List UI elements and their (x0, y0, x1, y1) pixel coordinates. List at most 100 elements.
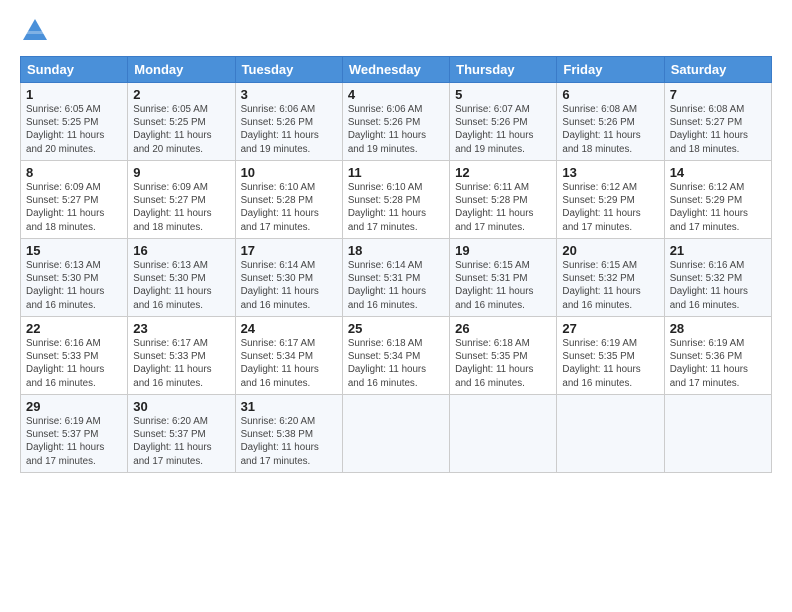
day-info: Sunrise: 6:14 AM Sunset: 5:31 PM Dayligh… (348, 259, 444, 312)
weekday-header: Tuesday (235, 57, 342, 83)
calendar-day-cell (450, 395, 557, 473)
day-info: Sunrise: 6:14 AM Sunset: 5:30 PM Dayligh… (241, 259, 337, 312)
day-number: 14 (670, 165, 766, 180)
day-info: Sunrise: 6:10 AM Sunset: 5:28 PM Dayligh… (348, 181, 444, 234)
day-info: Sunrise: 6:10 AM Sunset: 5:28 PM Dayligh… (241, 181, 337, 234)
calendar-week-row: 8Sunrise: 6:09 AM Sunset: 5:27 PM Daylig… (21, 161, 772, 239)
day-info: Sunrise: 6:19 AM Sunset: 5:36 PM Dayligh… (670, 337, 766, 390)
day-number: 29 (26, 399, 122, 414)
calendar-day-cell: 31Sunrise: 6:20 AM Sunset: 5:38 PM Dayli… (235, 395, 342, 473)
calendar-week-row: 1Sunrise: 6:05 AM Sunset: 5:25 PM Daylig… (21, 83, 772, 161)
calendar-day-cell: 5Sunrise: 6:07 AM Sunset: 5:26 PM Daylig… (450, 83, 557, 161)
day-number: 2 (133, 87, 229, 102)
day-number: 15 (26, 243, 122, 258)
day-number: 16 (133, 243, 229, 258)
day-info: Sunrise: 6:15 AM Sunset: 5:32 PM Dayligh… (562, 259, 658, 312)
calendar-week-row: 22Sunrise: 6:16 AM Sunset: 5:33 PM Dayli… (21, 317, 772, 395)
calendar-day-cell: 18Sunrise: 6:14 AM Sunset: 5:31 PM Dayli… (342, 239, 449, 317)
calendar: SundayMondayTuesdayWednesdayThursdayFrid… (20, 56, 772, 473)
calendar-header-row: SundayMondayTuesdayWednesdayThursdayFrid… (21, 57, 772, 83)
day-number: 17 (241, 243, 337, 258)
calendar-day-cell: 30Sunrise: 6:20 AM Sunset: 5:37 PM Dayli… (128, 395, 235, 473)
calendar-day-cell: 12Sunrise: 6:11 AM Sunset: 5:28 PM Dayli… (450, 161, 557, 239)
day-info: Sunrise: 6:19 AM Sunset: 5:37 PM Dayligh… (26, 415, 122, 468)
day-number: 31 (241, 399, 337, 414)
day-number: 28 (670, 321, 766, 336)
calendar-day-cell (557, 395, 664, 473)
day-number: 9 (133, 165, 229, 180)
day-info: Sunrise: 6:05 AM Sunset: 5:25 PM Dayligh… (133, 103, 229, 156)
calendar-week-row: 29Sunrise: 6:19 AM Sunset: 5:37 PM Dayli… (21, 395, 772, 473)
day-info: Sunrise: 6:17 AM Sunset: 5:33 PM Dayligh… (133, 337, 229, 390)
day-number: 10 (241, 165, 337, 180)
day-number: 20 (562, 243, 658, 258)
day-info: Sunrise: 6:20 AM Sunset: 5:37 PM Dayligh… (133, 415, 229, 468)
day-info: Sunrise: 6:08 AM Sunset: 5:26 PM Dayligh… (562, 103, 658, 156)
day-info: Sunrise: 6:06 AM Sunset: 5:26 PM Dayligh… (348, 103, 444, 156)
day-number: 12 (455, 165, 551, 180)
day-info: Sunrise: 6:12 AM Sunset: 5:29 PM Dayligh… (562, 181, 658, 234)
day-info: Sunrise: 6:09 AM Sunset: 5:27 PM Dayligh… (133, 181, 229, 234)
day-info: Sunrise: 6:17 AM Sunset: 5:34 PM Dayligh… (241, 337, 337, 390)
page: SundayMondayTuesdayWednesdayThursdayFrid… (0, 0, 792, 612)
calendar-day-cell: 25Sunrise: 6:18 AM Sunset: 5:34 PM Dayli… (342, 317, 449, 395)
day-number: 26 (455, 321, 551, 336)
day-number: 13 (562, 165, 658, 180)
calendar-day-cell: 14Sunrise: 6:12 AM Sunset: 5:29 PM Dayli… (664, 161, 771, 239)
weekday-header: Monday (128, 57, 235, 83)
calendar-day-cell: 23Sunrise: 6:17 AM Sunset: 5:33 PM Dayli… (128, 317, 235, 395)
day-number: 6 (562, 87, 658, 102)
calendar-day-cell: 1Sunrise: 6:05 AM Sunset: 5:25 PM Daylig… (21, 83, 128, 161)
day-number: 5 (455, 87, 551, 102)
day-info: Sunrise: 6:16 AM Sunset: 5:33 PM Dayligh… (26, 337, 122, 390)
calendar-day-cell: 3Sunrise: 6:06 AM Sunset: 5:26 PM Daylig… (235, 83, 342, 161)
calendar-day-cell (342, 395, 449, 473)
calendar-day-cell: 13Sunrise: 6:12 AM Sunset: 5:29 PM Dayli… (557, 161, 664, 239)
day-info: Sunrise: 6:09 AM Sunset: 5:27 PM Dayligh… (26, 181, 122, 234)
day-info: Sunrise: 6:13 AM Sunset: 5:30 PM Dayligh… (133, 259, 229, 312)
day-info: Sunrise: 6:18 AM Sunset: 5:35 PM Dayligh… (455, 337, 551, 390)
weekday-header: Thursday (450, 57, 557, 83)
logo (20, 16, 54, 46)
calendar-day-cell: 24Sunrise: 6:17 AM Sunset: 5:34 PM Dayli… (235, 317, 342, 395)
day-number: 24 (241, 321, 337, 336)
day-number: 19 (455, 243, 551, 258)
day-info: Sunrise: 6:12 AM Sunset: 5:29 PM Dayligh… (670, 181, 766, 234)
weekday-header: Saturday (664, 57, 771, 83)
header (20, 16, 772, 46)
calendar-day-cell: 20Sunrise: 6:15 AM Sunset: 5:32 PM Dayli… (557, 239, 664, 317)
calendar-day-cell: 16Sunrise: 6:13 AM Sunset: 5:30 PM Dayli… (128, 239, 235, 317)
day-info: Sunrise: 6:18 AM Sunset: 5:34 PM Dayligh… (348, 337, 444, 390)
calendar-day-cell: 27Sunrise: 6:19 AM Sunset: 5:35 PM Dayli… (557, 317, 664, 395)
day-number: 23 (133, 321, 229, 336)
day-number: 18 (348, 243, 444, 258)
calendar-day-cell: 10Sunrise: 6:10 AM Sunset: 5:28 PM Dayli… (235, 161, 342, 239)
weekday-header: Wednesday (342, 57, 449, 83)
day-number: 30 (133, 399, 229, 414)
day-info: Sunrise: 6:08 AM Sunset: 5:27 PM Dayligh… (670, 103, 766, 156)
day-number: 25 (348, 321, 444, 336)
day-number: 4 (348, 87, 444, 102)
calendar-day-cell: 7Sunrise: 6:08 AM Sunset: 5:27 PM Daylig… (664, 83, 771, 161)
calendar-day-cell: 9Sunrise: 6:09 AM Sunset: 5:27 PM Daylig… (128, 161, 235, 239)
day-number: 27 (562, 321, 658, 336)
calendar-day-cell: 26Sunrise: 6:18 AM Sunset: 5:35 PM Dayli… (450, 317, 557, 395)
calendar-day-cell: 6Sunrise: 6:08 AM Sunset: 5:26 PM Daylig… (557, 83, 664, 161)
calendar-day-cell: 28Sunrise: 6:19 AM Sunset: 5:36 PM Dayli… (664, 317, 771, 395)
day-number: 8 (26, 165, 122, 180)
logo-icon (20, 16, 50, 46)
day-number: 21 (670, 243, 766, 258)
calendar-day-cell (664, 395, 771, 473)
day-info: Sunrise: 6:16 AM Sunset: 5:32 PM Dayligh… (670, 259, 766, 312)
calendar-day-cell: 22Sunrise: 6:16 AM Sunset: 5:33 PM Dayli… (21, 317, 128, 395)
day-number: 3 (241, 87, 337, 102)
calendar-day-cell: 19Sunrise: 6:15 AM Sunset: 5:31 PM Dayli… (450, 239, 557, 317)
day-number: 1 (26, 87, 122, 102)
day-info: Sunrise: 6:15 AM Sunset: 5:31 PM Dayligh… (455, 259, 551, 312)
calendar-day-cell: 4Sunrise: 6:06 AM Sunset: 5:26 PM Daylig… (342, 83, 449, 161)
day-number: 11 (348, 165, 444, 180)
day-info: Sunrise: 6:05 AM Sunset: 5:25 PM Dayligh… (26, 103, 122, 156)
day-info: Sunrise: 6:06 AM Sunset: 5:26 PM Dayligh… (241, 103, 337, 156)
day-info: Sunrise: 6:19 AM Sunset: 5:35 PM Dayligh… (562, 337, 658, 390)
calendar-day-cell: 29Sunrise: 6:19 AM Sunset: 5:37 PM Dayli… (21, 395, 128, 473)
